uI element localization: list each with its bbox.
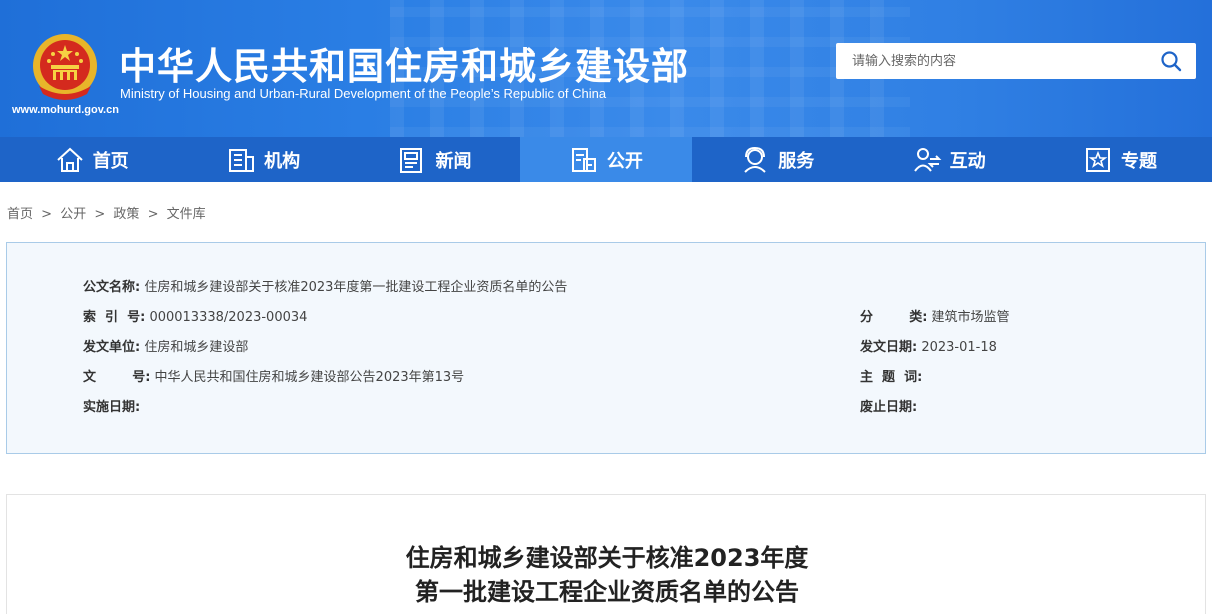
breadcrumb-home[interactable]: 首页 <box>7 207 33 222</box>
article-title-line2: 第一批建设工程企业资质名单的公告 <box>415 578 799 606</box>
nav-item-interaction[interactable]: 互动 <box>863 137 1034 182</box>
main-nav: 首页 机构 新闻 公开 服务 互动 专题 <box>0 137 1212 182</box>
date-value: 2023-01-18 <box>921 340 997 355</box>
nav-item-label: 公开 <box>606 150 643 172</box>
category-value: 建筑市场监管 <box>931 310 1010 325</box>
index-label: 索 引 号: <box>83 310 146 325</box>
nav-item-label: 新闻 <box>435 150 472 172</box>
info-row-date: 发文日期: 2023-01-18 <box>860 336 997 355</box>
info-row-category: 分 类: 建筑市场监管 <box>860 306 1010 325</box>
issuer-label: 发文单位: <box>83 340 141 355</box>
nav-item-news[interactable]: 新闻 <box>349 137 520 182</box>
info-row-issuer: 发文单位: 住房和城乡建设部 <box>83 336 248 355</box>
category-label: 分 类: <box>860 310 928 325</box>
topic-label: 主 题 词: <box>860 370 923 385</box>
building-icon <box>229 148 255 172</box>
info-row-topic: 主 题 词: <box>860 366 922 385</box>
nav-item-label: 首页 <box>92 150 129 172</box>
article-card: 住房和城乡建设部关于核准2023年度 第一批建设工程企业资质名单的公告 <box>6 494 1206 614</box>
nav-item-label: 服务 <box>778 150 815 172</box>
nav-item-open[interactable]: 公开 <box>520 137 692 182</box>
service-icon <box>744 146 766 173</box>
search-icon[interactable] <box>1160 50 1182 72</box>
doc-name-label: 公文名称: <box>83 280 141 295</box>
breadcrumb-separator: > <box>94 207 106 222</box>
nav-item-label: 互动 <box>949 150 986 172</box>
expire-label: 废止日期: <box>860 400 918 415</box>
effective-label: 实施日期: <box>83 400 141 415</box>
breadcrumb: 首页 > 公开 > 政策 > 文件库 <box>7 203 210 222</box>
date-label: 发文日期: <box>860 340 918 355</box>
star-badge-icon <box>1086 147 1111 172</box>
site-title-en: Ministry of Housing and Urban-Rural Deve… <box>120 86 607 101</box>
info-row-doc-name: 公文名称: 住房和城乡建设部关于核准2023年度第一批建设工程企业资质名单的公告 <box>83 276 567 295</box>
index-value: 000013338/2023-00034 <box>149 310 308 325</box>
nav-item-home[interactable]: 首页 <box>6 137 177 182</box>
site-header: www.mohurd.gov.cn 中华人民共和国住房和城乡建设部 Minist… <box>0 0 1212 137</box>
info-row-effective: 实施日期: <box>83 396 140 415</box>
nav-item-label: 机构 <box>264 150 301 172</box>
breadcrumb-separator: > <box>147 207 159 222</box>
interaction-icon <box>913 147 942 172</box>
nav-item-label: 专题 <box>1121 150 1158 172</box>
doc-name-value: 住房和城乡建设部关于核准2023年度第一批建设工程企业资质名单的公告 <box>144 280 568 295</box>
nav-item-organization[interactable]: 机构 <box>177 137 348 182</box>
nav-item-service[interactable]: 服务 <box>692 137 863 182</box>
article-title-line1: 住房和城乡建设部关于核准2023年度 <box>405 544 809 572</box>
info-row-doc-no: 文 号: 中华人民共和国住房和城乡建设部公告2023年第13号 <box>83 366 464 385</box>
doc-no-value: 中华人民共和国住房和城乡建设部公告2023年第13号 <box>154 370 465 385</box>
document-icon <box>571 147 596 172</box>
breadcrumb-separator: > <box>41 207 53 222</box>
document-info-panel: 公文名称: 住房和城乡建设部关于核准2023年度第一批建设工程企业资质名单的公告… <box>6 242 1206 454</box>
site-url[interactable]: www.mohurd.gov.cn <box>12 104 119 116</box>
doc-no-label: 文 号: <box>83 370 151 385</box>
site-title-cn: 中华人民共和国住房和城乡建设部 <box>119 45 689 88</box>
search-input[interactable] <box>836 43 1146 79</box>
info-row-expire: 废止日期: <box>860 396 917 415</box>
info-row-index: 索 引 号: 000013338/2023-00034 <box>83 306 307 325</box>
nav-item-special[interactable]: 专题 <box>1034 137 1205 182</box>
search-box <box>836 43 1196 79</box>
breadcrumb-file-library[interactable]: 文件库 <box>167 207 206 222</box>
issuer-value: 住房和城乡建设部 <box>144 340 249 355</box>
newspaper-icon <box>400 147 423 173</box>
breadcrumb-policy[interactable]: 政策 <box>113 207 139 222</box>
home-icon <box>57 147 83 172</box>
national-emblem-icon <box>33 34 97 100</box>
breadcrumb-open[interactable]: 公开 <box>60 207 86 222</box>
